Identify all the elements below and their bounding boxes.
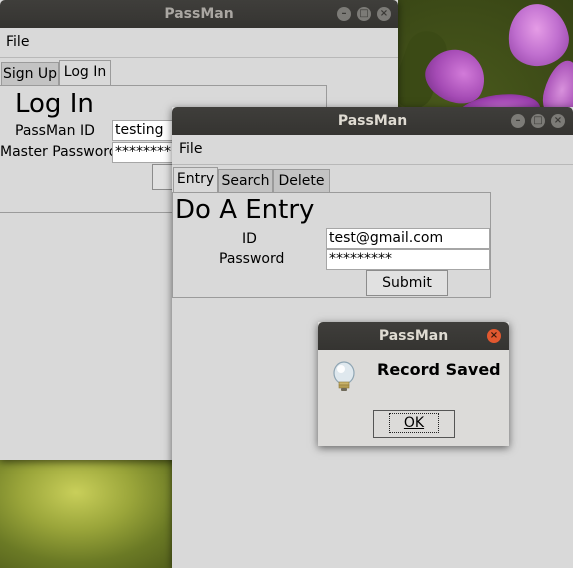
passman-id-label: PassMan ID: [15, 123, 95, 139]
tab-label: Search: [221, 173, 270, 189]
maximize-icon[interactable]: □: [357, 7, 371, 21]
record-saved-dialog: PassMan × Record Saved OK: [318, 322, 509, 446]
tab-sign-up[interactable]: Sign Up: [1, 62, 59, 86]
ok-button[interactable]: OK: [373, 410, 455, 438]
tab-label: Sign Up: [2, 66, 58, 82]
tab-log-in[interactable]: Log In: [59, 60, 111, 86]
id-label: ID: [242, 231, 257, 247]
tab-label: Log In: [63, 64, 107, 80]
tab-label: Entry: [176, 171, 215, 187]
ok-label: OK: [388, 413, 440, 433]
menu-file[interactable]: File: [179, 141, 202, 157]
minimize-icon[interactable]: –: [337, 7, 351, 21]
tab-entry[interactable]: Entry: [173, 167, 218, 193]
maximize-icon[interactable]: □: [531, 114, 545, 128]
tab-search[interactable]: Search: [218, 169, 273, 193]
window-titlebar[interactable]: PassMan – □ ×: [172, 107, 573, 135]
close-icon[interactable]: ×: [551, 114, 565, 128]
password-field[interactable]: *********: [326, 249, 490, 270]
tab-delete[interactable]: Delete: [273, 169, 330, 193]
close-icon[interactable]: ×: [377, 7, 391, 21]
submit-button[interactable]: Submit: [366, 270, 448, 296]
master-password-label: Master Password: [0, 144, 118, 160]
entry-panel: Do A Entry ID test@gmail.com Password **…: [172, 192, 491, 298]
login-heading: Log In: [15, 89, 94, 119]
id-field[interactable]: test@gmail.com: [326, 228, 490, 249]
entry-heading: Do A Entry: [175, 195, 315, 225]
window-title: PassMan: [337, 113, 408, 129]
dialog-message: Record Saved: [377, 360, 501, 379]
tab-label: Delete: [278, 173, 325, 189]
menu-bar: File: [0, 28, 398, 58]
lightbulb-icon: [333, 361, 355, 391]
menu-file[interactable]: File: [6, 34, 29, 50]
close-icon[interactable]: ×: [487, 329, 501, 343]
wallpaper-grass: [0, 460, 190, 568]
minimize-icon[interactable]: –: [511, 114, 525, 128]
password-label: Password: [219, 251, 285, 267]
window-titlebar[interactable]: PassMan – □ ×: [0, 0, 398, 28]
window-title: PassMan: [164, 6, 234, 22]
dialog-titlebar[interactable]: PassMan ×: [318, 322, 509, 350]
dialog-title: PassMan: [378, 328, 449, 344]
menu-bar: File: [172, 135, 573, 165]
flower-petal: [503, 0, 573, 71]
